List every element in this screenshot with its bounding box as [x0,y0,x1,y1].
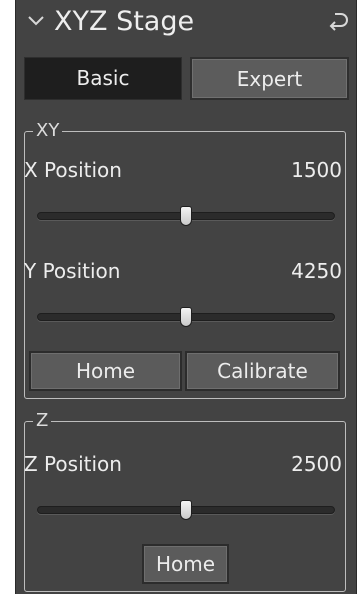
z-slider-handle[interactable] [180,500,192,520]
y-position-label: Y Position [24,259,121,283]
undo-icon[interactable] [326,10,350,32]
z-group-title: Z [33,410,52,432]
x-slider-handle[interactable] [180,206,192,226]
calibrate-button[interactable]: Calibrate [185,351,340,391]
x-position-slider[interactable] [37,206,335,226]
z-position-value: 2500 [291,452,342,476]
xy-home-button[interactable]: Home [29,351,182,391]
y-position-slider[interactable] [37,307,335,327]
z-position-label: Z Position [24,452,122,476]
tab-basic[interactable]: Basic [24,57,182,100]
x-position-label: X Position [24,158,122,182]
chevron-down-icon[interactable] [26,10,46,30]
y-position-value: 4250 [291,259,342,283]
y-slider-handle[interactable] [180,307,192,327]
xy-group-title: XY [33,120,63,142]
xy-group: XY X Position 1500 Y Position 4250 Home … [24,120,346,399]
z-group: Z Z Position 2500 Home [24,410,346,592]
xyz-stage-panel: XYZ Stage Basic Expert XY X Position 150… [15,0,357,594]
z-position-slider[interactable] [37,500,335,520]
tab-expert[interactable]: Expert [190,57,349,100]
panel-header[interactable]: XYZ Stage [16,0,356,46]
z-home-button[interactable]: Home [142,544,229,584]
panel-title: XYZ Stage [54,6,195,37]
x-position-value: 1500 [291,158,342,182]
